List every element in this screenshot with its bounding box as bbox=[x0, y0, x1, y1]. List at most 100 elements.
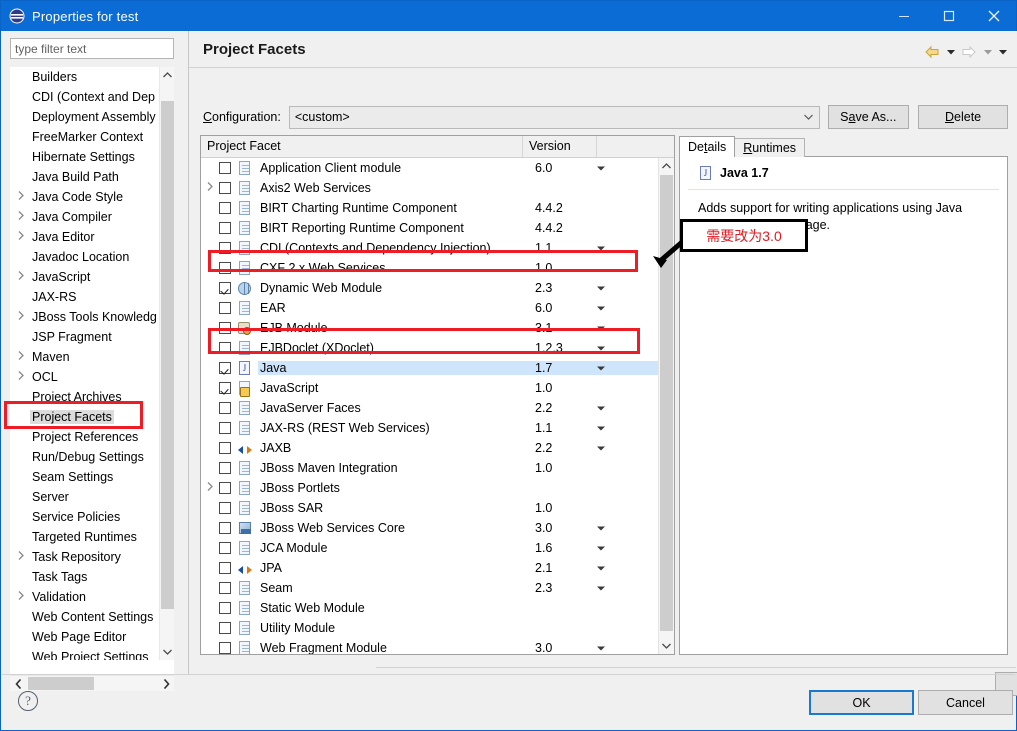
sidebar-item[interactable]: Web Project Settings bbox=[10, 647, 159, 660]
sidebar-item[interactable]: Project Facets bbox=[10, 407, 159, 427]
version-dropdown-icon[interactable] bbox=[593, 243, 609, 253]
facet-version[interactable]: 2.3 bbox=[535, 581, 597, 595]
column-header-version[interactable]: Version bbox=[523, 136, 597, 157]
sidebar-item[interactable]: Run/Debug Settings bbox=[10, 447, 159, 467]
sidebar-item[interactable]: Targeted Runtimes bbox=[10, 527, 159, 547]
arrow-left-icon[interactable] bbox=[922, 43, 942, 61]
filter-input[interactable] bbox=[10, 38, 174, 59]
sidebar-item[interactable]: CDI (Context and Dep bbox=[10, 87, 159, 107]
chevron-right-icon[interactable] bbox=[12, 227, 30, 247]
sidebar-item[interactable]: Java Editor bbox=[10, 227, 159, 247]
save-as-button[interactable]: Save As... bbox=[827, 105, 910, 129]
column-header-project-facet[interactable]: Project Facet bbox=[201, 136, 523, 157]
facet-checkbox[interactable] bbox=[219, 602, 231, 614]
tab-runtimes[interactable]: Runtimes bbox=[734, 138, 806, 157]
sidebar-item[interactable]: JAX-RS bbox=[10, 287, 159, 307]
chevron-left-icon[interactable] bbox=[10, 676, 26, 691]
sidebar-item[interactable]: JBoss Tools Knowledg bbox=[10, 307, 159, 327]
sidebar-item[interactable]: Java Build Path bbox=[10, 167, 159, 187]
facet-row[interactable]: Application Client module 6.0 bbox=[201, 158, 658, 178]
tree-vertical-scrollbar[interactable] bbox=[159, 67, 174, 660]
facet-row[interactable]: JAXB 2.2 bbox=[201, 438, 658, 458]
sidebar-item[interactable]: Javadoc Location bbox=[10, 247, 159, 267]
chevron-right-icon[interactable] bbox=[12, 547, 30, 567]
chevron-right-icon[interactable] bbox=[12, 367, 30, 387]
facet-checkbox[interactable] bbox=[219, 462, 231, 474]
tab-details[interactable]: Details bbox=[679, 136, 736, 157]
facet-checkbox[interactable] bbox=[219, 422, 231, 434]
facet-version[interactable]: 1.7 bbox=[535, 361, 597, 375]
tree-scrollbar-thumb[interactable] bbox=[161, 101, 174, 609]
sidebar-item[interactable]: JSP Fragment bbox=[10, 327, 159, 347]
sidebar-item[interactable]: OCL bbox=[10, 367, 159, 387]
facet-row[interactable]: EAR 6.0 bbox=[201, 298, 658, 318]
version-dropdown-icon[interactable] bbox=[593, 423, 609, 433]
facet-version[interactable]: 3.0 bbox=[535, 641, 597, 654]
facet-checkbox[interactable] bbox=[219, 202, 231, 214]
facet-row[interactable]: BIRT Charting Runtime Component 4.4.2 bbox=[201, 198, 658, 218]
facet-version[interactable]: 4.4.2 bbox=[535, 221, 597, 235]
facet-checkbox[interactable] bbox=[219, 262, 231, 274]
facet-checkbox[interactable] bbox=[219, 622, 231, 634]
facet-checkbox[interactable] bbox=[219, 282, 231, 294]
version-dropdown-icon[interactable] bbox=[593, 363, 609, 373]
version-dropdown-icon[interactable] bbox=[593, 163, 609, 173]
facet-row[interactable]: CXF 2.x Web Services 1.0 bbox=[201, 258, 658, 278]
maximize-button[interactable] bbox=[926, 1, 971, 31]
facet-checkbox[interactable] bbox=[219, 542, 231, 554]
chevron-right-icon[interactable] bbox=[12, 187, 30, 207]
facet-scrollbar-thumb[interactable] bbox=[660, 175, 673, 631]
sidebar-item[interactable]: JavaScript bbox=[10, 267, 159, 287]
facet-checkbox[interactable] bbox=[219, 342, 231, 354]
sidebar-item[interactable]: Web Page Editor bbox=[10, 627, 159, 647]
sidebar-item[interactable]: Maven bbox=[10, 347, 159, 367]
facet-row[interactable]: JBoss Portlets bbox=[201, 478, 658, 498]
version-dropdown-icon[interactable] bbox=[593, 523, 609, 533]
minimize-button[interactable] bbox=[881, 1, 926, 31]
facet-version[interactable]: 2.1 bbox=[535, 561, 597, 575]
tree-hscrollbar-thumb[interactable] bbox=[28, 677, 94, 690]
facet-checkbox[interactable] bbox=[219, 382, 231, 394]
sidebar-item[interactable]: Seam Settings bbox=[10, 467, 159, 487]
facet-checkbox[interactable] bbox=[219, 402, 231, 414]
facet-row[interactable]: CDI (Contexts and Dependency Injection) 1… bbox=[201, 238, 658, 258]
facet-row[interactable]: JBoss SAR 1.0 bbox=[201, 498, 658, 518]
facet-checkbox[interactable] bbox=[219, 182, 231, 194]
chevron-right-icon[interactable] bbox=[12, 587, 30, 607]
facet-checkbox[interactable] bbox=[219, 222, 231, 234]
facet-checkbox[interactable] bbox=[219, 322, 231, 334]
version-dropdown-icon[interactable] bbox=[593, 583, 609, 593]
version-dropdown-icon[interactable] bbox=[593, 443, 609, 453]
facet-checkbox[interactable] bbox=[219, 522, 231, 534]
facet-version[interactable]: 4.4.2 bbox=[535, 201, 597, 215]
configuration-select[interactable]: <custom> bbox=[288, 105, 820, 129]
facet-row[interactable]: JCA Module 1.6 bbox=[201, 538, 658, 558]
facet-checkbox[interactable] bbox=[219, 242, 231, 254]
chevron-right-icon[interactable] bbox=[12, 267, 30, 287]
facet-row[interactable]: EJBDoclet (XDoclet) 1.2.3 bbox=[201, 338, 658, 358]
facet-row[interactable]: Dynamic Web Module 2.3 bbox=[201, 278, 658, 298]
facet-row[interactable]: JBoss Maven Integration 1.0 bbox=[201, 458, 658, 478]
sidebar-item[interactable]: Deployment Assembly bbox=[10, 107, 159, 127]
facet-row[interactable]: JavaScript 1.0 bbox=[201, 378, 658, 398]
sidebar-item[interactable]: Service Policies bbox=[10, 507, 159, 527]
facet-row[interactable]: EJB Module 3.1 bbox=[201, 318, 658, 338]
sidebar-item[interactable]: Project References bbox=[10, 427, 159, 447]
sidebar-item[interactable]: Java Code Style bbox=[10, 187, 159, 207]
facet-row[interactable]: BIRT Reporting Runtime Component 4.4.2 bbox=[201, 218, 658, 238]
sidebar-item[interactable]: Task Repository bbox=[10, 547, 159, 567]
chevron-right-icon[interactable] bbox=[158, 676, 174, 691]
facet-table-scrollbar[interactable] bbox=[658, 158, 674, 654]
facet-row[interactable]: JBoss Web Services Core 3.0 bbox=[201, 518, 658, 538]
caret-down-icon-back[interactable] bbox=[944, 43, 957, 61]
sidebar-item[interactable]: Validation bbox=[10, 587, 159, 607]
facet-row[interactable]: JPA 2.1 bbox=[201, 558, 658, 578]
facet-version[interactable]: 2.3 bbox=[535, 281, 597, 295]
facet-checkbox[interactable] bbox=[219, 582, 231, 594]
facet-version[interactable]: 1.0 bbox=[535, 261, 597, 275]
version-dropdown-icon[interactable] bbox=[593, 343, 609, 353]
facet-version[interactable]: 3.1 bbox=[535, 321, 597, 335]
facet-checkbox[interactable] bbox=[219, 502, 231, 514]
facet-row[interactable]: Axis2 Web Services bbox=[201, 178, 658, 198]
facet-checkbox[interactable] bbox=[219, 442, 231, 454]
